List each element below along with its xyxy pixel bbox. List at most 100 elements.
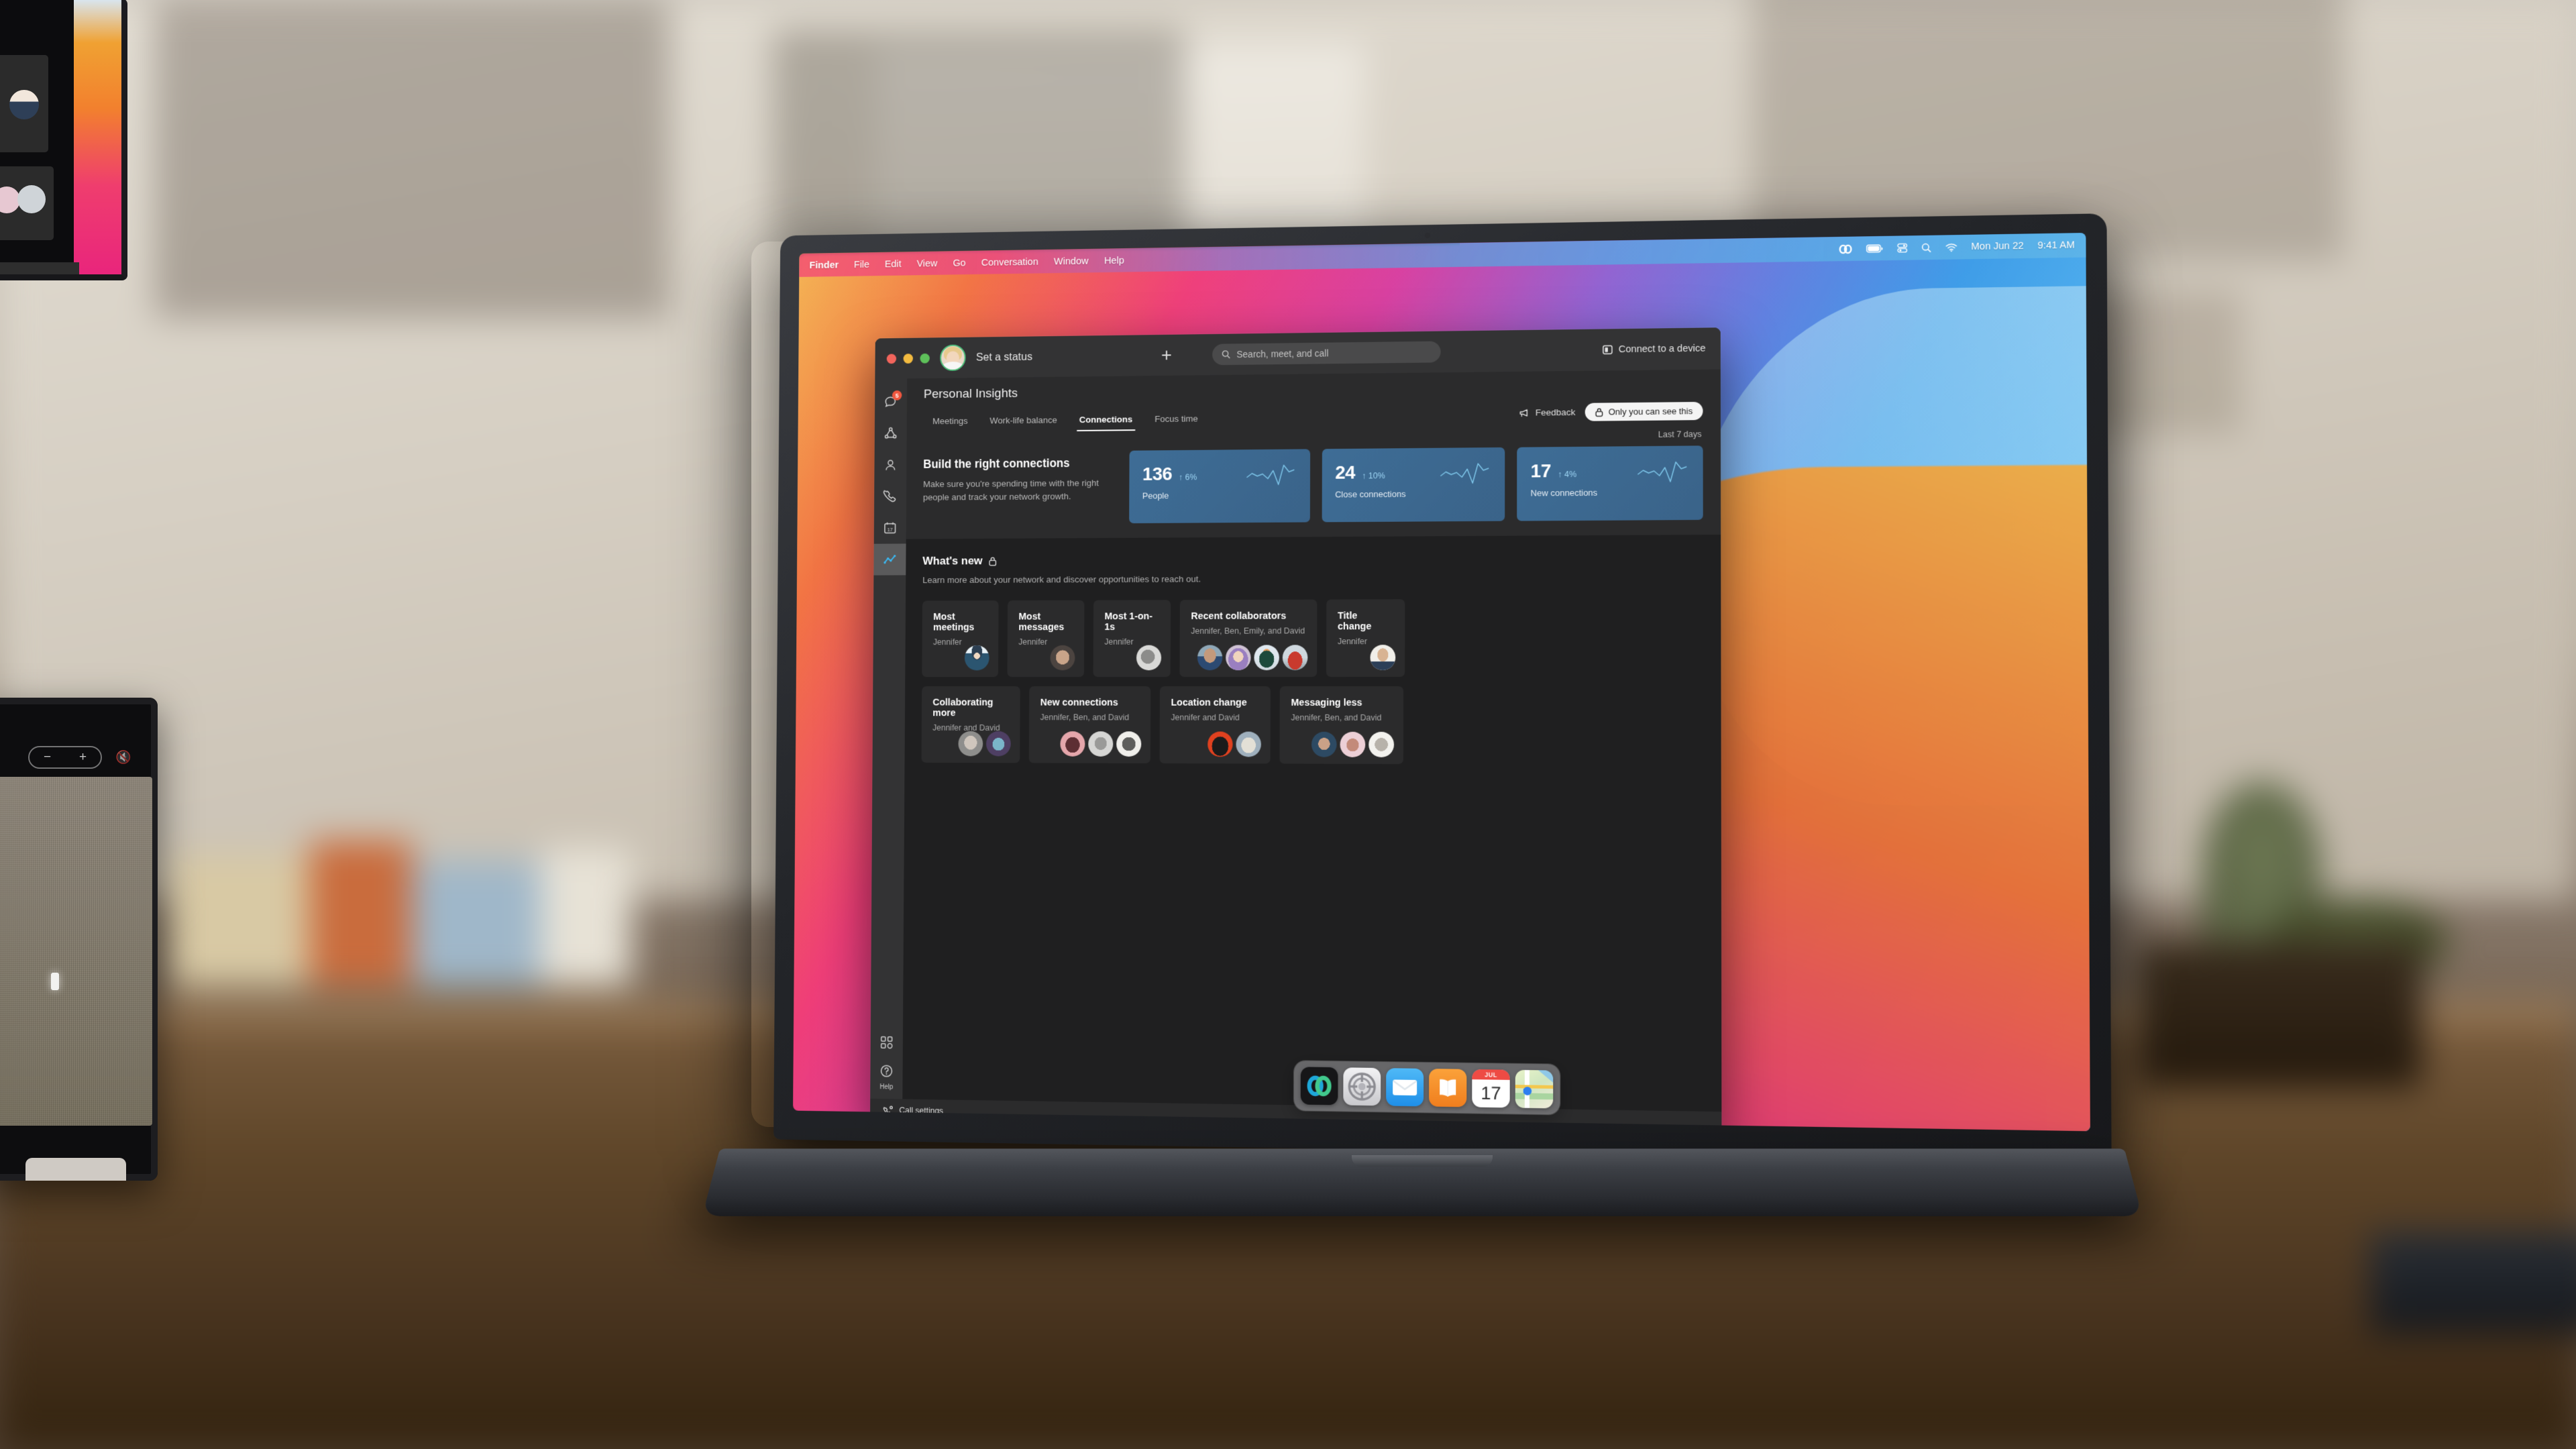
avatar[interactable]: [1254, 645, 1279, 670]
insight-card-title-change[interactable]: Title change Jennifer: [1326, 599, 1405, 677]
avatar-group[interactable]: [1370, 645, 1395, 670]
window-traffic-lights[interactable]: [887, 353, 930, 363]
sidebar-item-messaging[interactable]: 5: [875, 386, 907, 418]
dock-item-system-preferences[interactable]: [1343, 1067, 1381, 1106]
sidebar-item-calling[interactable]: [874, 481, 906, 513]
avatar[interactable]: [1226, 645, 1250, 670]
avatar[interactable]: [1236, 732, 1261, 757]
stat-card-people[interactable]: 136 ↑ 6% People: [1129, 449, 1310, 523]
menubar-item-file[interactable]: File: [854, 259, 869, 270]
avatar[interactable]: [965, 645, 989, 670]
window-maximize-button[interactable]: [920, 353, 929, 363]
tab-connections[interactable]: Connections: [1070, 410, 1142, 432]
avatar[interactable]: [1370, 645, 1395, 670]
window-close-button[interactable]: [887, 354, 896, 364]
menubar-item-view[interactable]: View: [916, 258, 937, 269]
calendar-icon: 17: [882, 520, 898, 536]
feedback-button[interactable]: Feedback: [1519, 407, 1576, 418]
device-volume-controls[interactable]: − +: [28, 746, 102, 769]
insight-card-collaborating-more[interactable]: Collaborating more Jennifer and David: [921, 686, 1020, 763]
sidebar-item-insights[interactable]: [873, 543, 906, 575]
menubar-item-window[interactable]: Window: [1054, 255, 1089, 266]
avatar-group[interactable]: [1197, 645, 1308, 670]
avatar[interactable]: [1340, 732, 1366, 757]
avatar-group[interactable]: [1311, 732, 1394, 757]
avatar[interactable]: [1060, 731, 1085, 757]
menubar-time[interactable]: 9:41 AM: [2037, 239, 2074, 251]
avatar[interactable]: [1088, 731, 1113, 757]
insight-card-location-change[interactable]: Location change Jennifer and David: [1160, 686, 1271, 763]
search-input[interactable]: Search, meet, and call: [1212, 341, 1441, 366]
connect-to-device-button[interactable]: Connect to a device: [1603, 343, 1706, 356]
avatar[interactable]: [1208, 731, 1232, 757]
insight-card-most-1-on-1s[interactable]: Most 1-on-1s Jennifer: [1093, 600, 1171, 677]
insight-card-most-messages[interactable]: Most messages Jennifer: [1008, 600, 1085, 677]
insight-card-title: New connections: [1040, 698, 1140, 708]
set-a-status-button[interactable]: Set a status: [976, 351, 1032, 364]
avatar-group[interactable]: [958, 731, 1010, 757]
wifi-icon[interactable]: [1945, 243, 1957, 252]
avatar[interactable]: [1197, 645, 1222, 670]
menubar-item-edit[interactable]: Edit: [885, 258, 902, 270]
avatar-group[interactable]: [1050, 645, 1075, 671]
spotlight-search-icon[interactable]: [1921, 242, 1931, 252]
user-avatar[interactable]: [940, 345, 966, 372]
menubar-item-help[interactable]: Help: [1104, 255, 1124, 266]
dock-item-books[interactable]: [1429, 1069, 1466, 1107]
dock-item-maps[interactable]: [1515, 1070, 1554, 1108]
hero-text: Build the right connections Make sure yo…: [923, 451, 1118, 525]
menubar-item-go[interactable]: Go: [953, 257, 965, 268]
insight-card-most-meetings[interactable]: Most meetings Jennifer: [922, 600, 998, 677]
sidebar-item-contacts[interactable]: [874, 449, 906, 481]
whats-new-subtitle: Learn more about your network and discov…: [922, 572, 1703, 585]
sidebar-item-apps[interactable]: [871, 1026, 903, 1059]
sidebar-item-meetings[interactable]: 17: [874, 513, 906, 544]
dock-item-webex[interactable]: [1301, 1067, 1338, 1105]
avatar[interactable]: [958, 731, 983, 756]
webex-menubar-icon[interactable]: [1839, 244, 1853, 254]
dock-item-calendar[interactable]: JUL 17: [1472, 1069, 1509, 1108]
device-status-led: [51, 973, 59, 990]
insight-card-messaging-less[interactable]: Messaging less Jennifer, Ben, and David: [1279, 686, 1403, 764]
insight-card-new-connections[interactable]: New connections Jennifer, Ben, and David: [1029, 686, 1151, 763]
volume-down-button[interactable]: −: [44, 750, 51, 765]
avatar-group[interactable]: [1136, 645, 1161, 671]
new-item-button[interactable]: +: [1161, 346, 1172, 365]
window-minimize-button[interactable]: [904, 354, 913, 364]
avatar[interactable]: [1311, 732, 1337, 757]
avatar[interactable]: [1368, 732, 1394, 757]
avatar-group[interactable]: [1060, 731, 1141, 757]
tab-work-life-balance[interactable]: Work-life balance: [981, 411, 1067, 433]
privacy-badge[interactable]: Only you can see this: [1585, 402, 1703, 421]
control-center-icon[interactable]: [1897, 243, 1907, 252]
avatar-group[interactable]: [1208, 731, 1261, 757]
tab-meetings[interactable]: Meetings: [924, 411, 977, 433]
stat-card-new-connections[interactable]: 17 ↑ 4% New connections: [1517, 445, 1703, 521]
avatar[interactable]: [1050, 645, 1075, 671]
sidebar-item-help[interactable]: [870, 1061, 902, 1081]
battery-icon[interactable]: [1866, 244, 1884, 254]
avatar[interactable]: [986, 731, 1011, 757]
volume-up-button[interactable]: +: [79, 750, 87, 765]
avatar-group[interactable]: [965, 645, 989, 670]
avatar[interactable]: [1116, 731, 1141, 757]
dock-item-mail[interactable]: [1386, 1068, 1424, 1106]
menubar-item-conversation[interactable]: Conversation: [981, 256, 1038, 268]
macos-dock[interactable]: JUL 17: [1294, 1061, 1560, 1114]
menubar-date[interactable]: Mon Jun 22: [1971, 241, 2023, 252]
avatar[interactable]: [1136, 645, 1161, 671]
stat-value-close-connections: 24: [1335, 462, 1355, 484]
menubar-item-finder[interactable]: Finder: [810, 259, 839, 270]
sidebar-item-teams[interactable]: [875, 418, 907, 449]
privacy-label: Only you can see this: [1609, 406, 1693, 417]
stat-card-close-connections[interactable]: 24 ↑ 10% Close connections: [1322, 447, 1505, 523]
phone-icon: [883, 488, 898, 504]
stat-value-people: 136: [1142, 464, 1173, 485]
avatar[interactable]: [1283, 645, 1308, 670]
insights-tabs[interactable]: Meetings Work-life balance Connections F…: [924, 409, 1208, 433]
insight-card-recent-collaborators[interactable]: Recent collaborators Jennifer, Ben, Emil…: [1179, 600, 1317, 677]
whats-new-heading: What's new: [922, 555, 982, 568]
tab-focus-time[interactable]: Focus time: [1146, 409, 1208, 431]
mic-mute-icon[interactable]: 🔇: [115, 749, 131, 765]
stat-label-new-connections: New connections: [1531, 487, 1690, 498]
